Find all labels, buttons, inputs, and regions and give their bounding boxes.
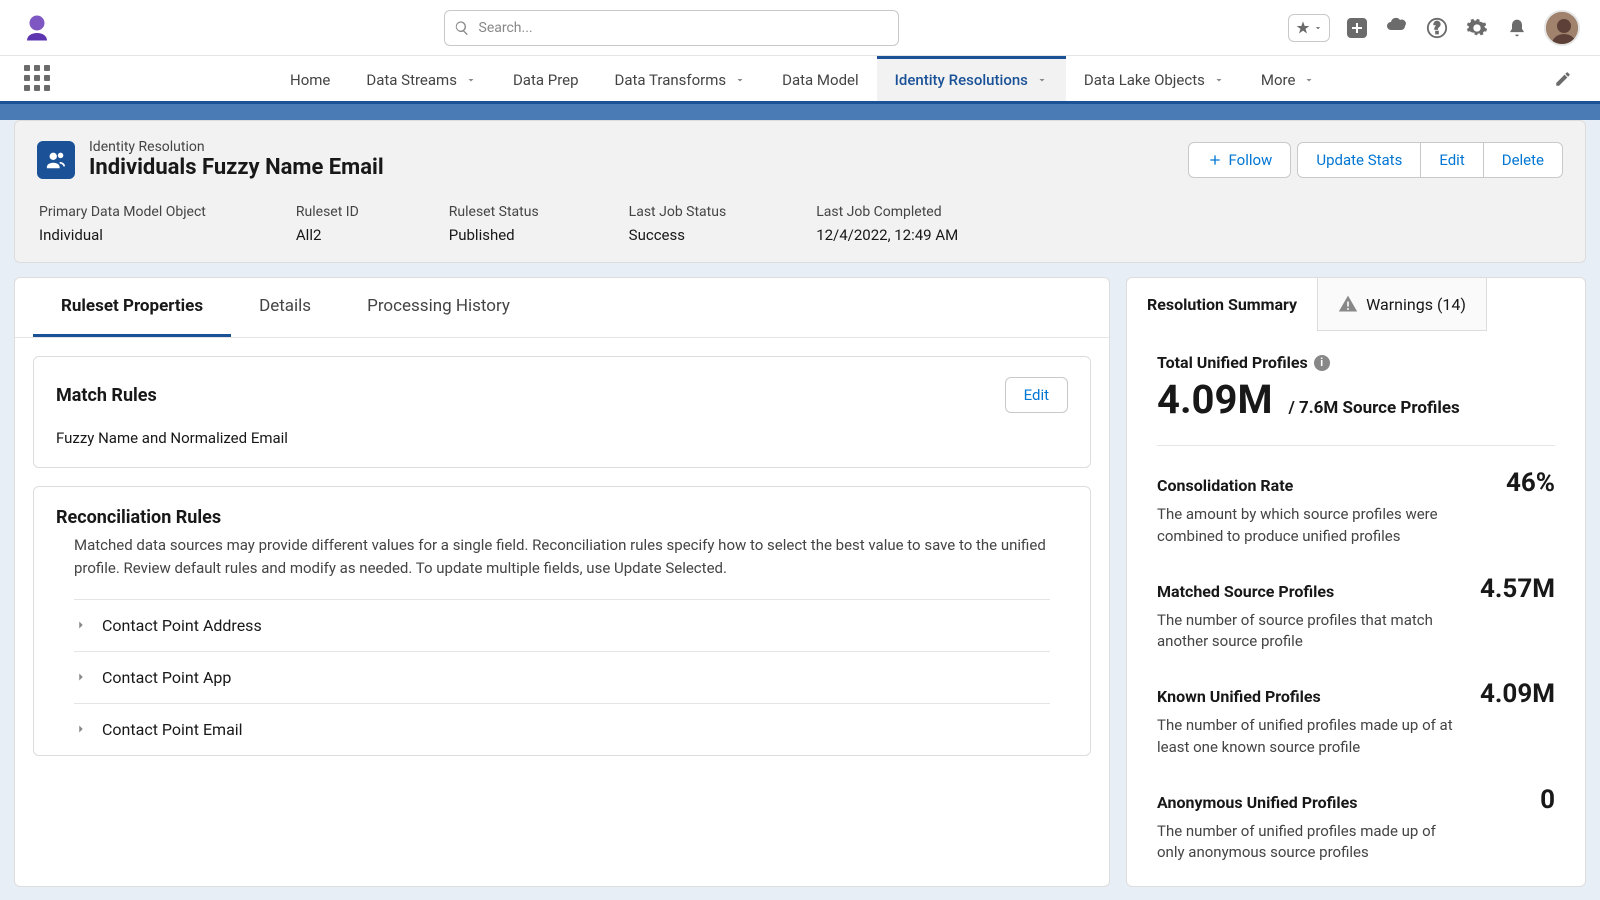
nav-data-model[interactable]: Data Model bbox=[764, 56, 877, 101]
app-logo[interactable] bbox=[20, 11, 54, 45]
chevron-right-icon bbox=[74, 722, 88, 736]
search-input[interactable] bbox=[444, 10, 899, 46]
meta-label: Last Job Status bbox=[629, 204, 727, 220]
stat-description: The amount by which source profiles were… bbox=[1157, 504, 1457, 548]
warning-icon bbox=[1338, 294, 1358, 314]
stat-description: The number of unified profiles made up o… bbox=[1157, 715, 1457, 759]
reconciliation-description: Matched data sources may provide differe… bbox=[74, 534, 1068, 581]
app-launcher-icon[interactable] bbox=[24, 65, 52, 93]
nav-data-prep[interactable]: Data Prep bbox=[495, 56, 597, 101]
tab-details[interactable]: Details bbox=[231, 278, 339, 337]
chevron-down-icon bbox=[465, 74, 477, 86]
search-icon bbox=[454, 20, 470, 36]
nav-data-streams[interactable]: Data Streams bbox=[348, 56, 495, 101]
stat-description: The number of unified profiles made up o… bbox=[1157, 821, 1457, 865]
identity-resolution-icon bbox=[37, 141, 75, 179]
stat-value: 4.57M bbox=[1480, 574, 1555, 604]
record-title: Individuals Fuzzy Name Email bbox=[89, 155, 384, 180]
nav-data-lake-objects[interactable]: Data Lake Objects bbox=[1066, 56, 1243, 101]
total-unified-profiles-label: Total Unified Profiles i bbox=[1157, 353, 1555, 372]
salesforce-icon[interactable] bbox=[1384, 15, 1410, 41]
chevron-down-icon bbox=[734, 74, 746, 86]
stat-name: Consolidation Rate bbox=[1157, 476, 1293, 495]
record-type-label: Identity Resolution bbox=[89, 139, 384, 155]
meta-label: Primary Data Model Object bbox=[39, 204, 206, 220]
chevron-down-icon bbox=[1303, 74, 1315, 86]
reconciliation-rules-title: Reconciliation Rules bbox=[56, 507, 1068, 528]
nav-home[interactable]: Home bbox=[272, 56, 348, 101]
favorites-button[interactable] bbox=[1288, 14, 1330, 42]
meta-value: Success bbox=[629, 226, 727, 244]
add-button[interactable] bbox=[1344, 15, 1370, 41]
meta-value: All2 bbox=[296, 226, 359, 244]
stat-value: 4.09M bbox=[1480, 679, 1555, 709]
user-avatar[interactable] bbox=[1544, 10, 1580, 46]
chevron-right-icon bbox=[74, 670, 88, 684]
meta-value: Individual bbox=[39, 226, 206, 244]
tab-processing-history[interactable]: Processing History bbox=[339, 278, 538, 337]
tab-resolution-summary[interactable]: Resolution Summary bbox=[1127, 278, 1318, 331]
chevron-right-icon bbox=[74, 618, 88, 632]
recon-item-contact-point-address[interactable]: Contact Point Address bbox=[74, 599, 1050, 651]
edit-match-rules-button[interactable]: Edit bbox=[1005, 377, 1068, 413]
recon-item-contact-point-email[interactable]: Contact Point Email bbox=[74, 703, 1050, 755]
edit-button[interactable]: Edit bbox=[1420, 142, 1483, 178]
help-icon[interactable] bbox=[1424, 15, 1450, 41]
source-profiles-count: / 7.6M Source Profiles bbox=[1288, 398, 1459, 418]
info-icon[interactable]: i bbox=[1314, 355, 1330, 371]
meta-label: Ruleset ID bbox=[296, 204, 359, 220]
stat-description: The number of source profiles that match… bbox=[1157, 610, 1457, 654]
stat-value: 46% bbox=[1506, 468, 1555, 498]
meta-label: Last Job Completed bbox=[816, 204, 958, 220]
match-rules-title: Match Rules bbox=[56, 385, 157, 406]
tab-ruleset-properties[interactable]: Ruleset Properties bbox=[33, 278, 231, 337]
stat-name: Anonymous Unified Profiles bbox=[1157, 793, 1358, 812]
edit-nav-pencil-icon[interactable] bbox=[1550, 66, 1576, 92]
delete-button[interactable]: Delete bbox=[1483, 142, 1563, 178]
stat-name: Known Unified Profiles bbox=[1157, 687, 1321, 706]
update-stats-button[interactable]: Update Stats bbox=[1297, 142, 1421, 178]
total-unified-profiles-value: 4.09M bbox=[1157, 376, 1272, 423]
follow-button[interactable]: Follow bbox=[1188, 142, 1292, 178]
notifications-bell-icon[interactable] bbox=[1504, 15, 1530, 41]
record-header: Identity Resolution Individuals Fuzzy Na… bbox=[14, 120, 1586, 263]
meta-value: Published bbox=[449, 226, 539, 244]
chevron-down-icon bbox=[1213, 74, 1225, 86]
match-rule-item: Fuzzy Name and Normalized Email bbox=[56, 429, 1068, 447]
recon-item-contact-point-app[interactable]: Contact Point App bbox=[74, 651, 1050, 703]
stat-name: Matched Source Profiles bbox=[1157, 582, 1334, 601]
stat-value: 0 bbox=[1540, 785, 1555, 815]
nav-data-transforms[interactable]: Data Transforms bbox=[597, 56, 765, 101]
meta-value: 12/4/2022, 12:49 AM bbox=[816, 226, 958, 244]
setup-gear-icon[interactable] bbox=[1464, 15, 1490, 41]
nav-more[interactable]: More bbox=[1243, 56, 1334, 101]
meta-label: Ruleset Status bbox=[449, 204, 539, 220]
tab-warnings[interactable]: Warnings (14) bbox=[1318, 278, 1487, 331]
nav-identity-resolutions[interactable]: Identity Resolutions bbox=[877, 56, 1066, 101]
chevron-down-icon bbox=[1036, 74, 1048, 86]
